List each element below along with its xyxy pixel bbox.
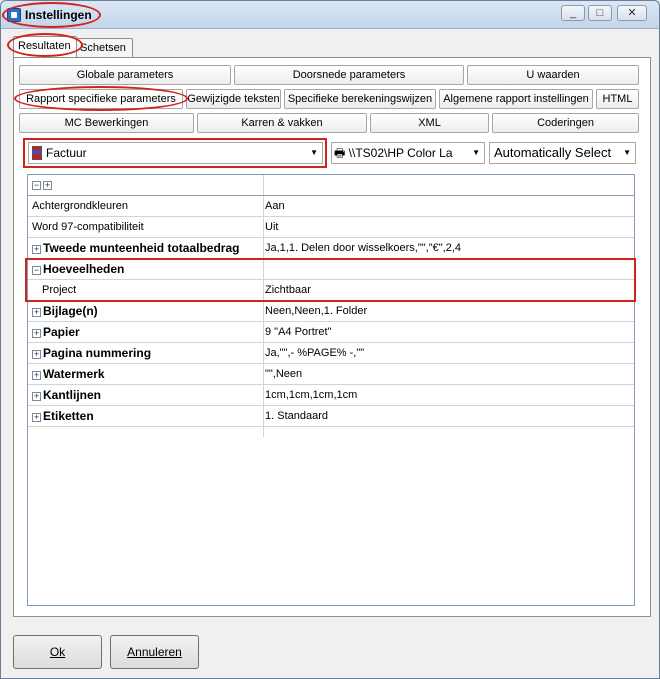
row-name: Word 97-compatibiliteit xyxy=(32,221,144,233)
grid-row[interactable]: − Hoeveelheden xyxy=(28,259,634,280)
html-button[interactable]: HTML xyxy=(596,89,639,109)
row-name: Watermerk xyxy=(43,367,105,381)
expand-icon[interactable]: + xyxy=(32,391,41,401)
xml-button[interactable]: XML xyxy=(370,113,489,133)
row-value: Uit xyxy=(265,221,279,233)
window-title: Instellingen xyxy=(25,8,92,22)
tab-resultaten[interactable]: Resultaten xyxy=(13,36,77,57)
ok-button[interactable]: Ok xyxy=(13,635,102,669)
report-icon xyxy=(32,146,42,160)
tab-schetsen[interactable]: Schetsen xyxy=(75,38,133,58)
report-select-value: Factuur xyxy=(46,146,87,160)
row-name: Project xyxy=(42,284,77,296)
grid-row[interactable]: Project Zichtbaar xyxy=(28,280,634,301)
row-value: Neen,Neen,1. Folder xyxy=(265,305,368,317)
row-value: Zichtbaar xyxy=(265,284,311,296)
ok-label: Ok xyxy=(49,645,66,659)
row-name: Hoeveelheden xyxy=(43,262,125,276)
row-value: 9 "A4 Portret" xyxy=(265,326,332,338)
mode-select-value: Automatically Select xyxy=(494,145,612,160)
row-value: 1cm,1cm,1cm,1cm xyxy=(265,389,358,401)
app-icon xyxy=(7,8,21,22)
grid-row[interactable]: + Papier 9 "A4 Portret" xyxy=(28,322,634,343)
chevron-down-icon: ▼ xyxy=(621,143,631,163)
row-value: Ja,1,1. Delen door wisselkoers,"","€",2,… xyxy=(265,242,461,254)
row-value: "",Neen xyxy=(265,368,303,380)
printer-icon: 🖶 xyxy=(334,146,346,160)
property-grid: − + Achtergrondkleuren Aan Word 97-compat… xyxy=(27,174,635,606)
expand-icon[interactable]: + xyxy=(32,370,41,380)
expand-icon[interactable]: + xyxy=(32,412,41,422)
grid-row[interactable]: + Bijlage(n) Neen,Neen,1. Folder xyxy=(28,301,634,322)
maximize-button[interactable]: □ xyxy=(588,5,612,21)
row-name: Tweede munteenheid totaalbedrag xyxy=(43,241,240,255)
chevron-down-icon: ▼ xyxy=(310,148,318,157)
cancel-button[interactable]: Annuleren xyxy=(110,635,199,669)
mode-select[interactable]: Automatically Select ▼ xyxy=(489,142,636,164)
settings-window: Instellingen _ □ ✕ Schetsen Resultaten G… xyxy=(0,0,660,679)
carts-compartments-button[interactable]: Karren & vakken xyxy=(197,113,367,133)
row-name: Bijlage(n) xyxy=(43,304,98,318)
codings-button[interactable]: Coderingen xyxy=(492,113,639,133)
general-report-settings-button[interactable]: Algemene rapport instellingen xyxy=(439,89,593,109)
expand-icon[interactable]: + xyxy=(32,244,41,254)
grid-row[interactable]: + Etiketten 1. Standaard xyxy=(28,406,634,427)
grid-row[interactable]: + Pagina nummering Ja,"",- %PAGE% -,"" xyxy=(28,343,634,364)
changed-texts-button[interactable]: Gewijzigde teksten xyxy=(186,89,281,109)
collapse-icon[interactable]: − xyxy=(32,265,41,275)
grid-row[interactable]: + Watermerk "",Neen xyxy=(28,364,634,385)
report-specific-params-button[interactable]: Rapport specifieke parameters xyxy=(19,89,183,109)
printer-select-value: \\TS02\HP Color La xyxy=(348,146,453,160)
collapse-all-icon[interactable]: − xyxy=(32,180,41,190)
grid-row[interactable]: + Tweede munteenheid totaalbedrag Ja,1,1.… xyxy=(28,238,634,259)
row-value: Ja,"",- %PAGE% -,"" xyxy=(265,347,365,359)
row-name: Kantlijnen xyxy=(43,388,102,402)
printer-select[interactable]: 🖶 \\TS02\HP Color La ▼ xyxy=(331,142,485,164)
row-name: Achtergrondkleuren xyxy=(32,200,129,212)
row-name: Papier xyxy=(43,325,80,339)
chevron-down-icon: ▼ xyxy=(472,148,480,157)
specific-calc-button[interactable]: Specifieke berekeningswijzen xyxy=(284,89,436,109)
report-select[interactable]: Factuur ▼ xyxy=(28,142,323,164)
row-name: Pagina nummering xyxy=(43,346,152,360)
button-row-1: Globale parameters Doorsnede parameters … xyxy=(19,65,639,85)
row-value: 1. Standaard xyxy=(265,410,328,422)
row-value: Aan xyxy=(265,200,285,212)
mc-edits-button[interactable]: MC Bewerkingen xyxy=(19,113,194,133)
close-button[interactable]: ✕ xyxy=(617,5,647,21)
title-bar: Instellingen _ □ ✕ xyxy=(1,1,659,29)
section-params-button[interactable]: Doorsnede parameters xyxy=(234,65,464,85)
grid-row[interactable]: Word 97-compatibiliteit Uit xyxy=(28,217,634,238)
u-values-button[interactable]: U waarden xyxy=(467,65,639,85)
button-row-2: Rapport specifieke parameters Gewijzigde… xyxy=(19,89,639,109)
grid-row[interactable]: Achtergrondkleuren Aan xyxy=(28,196,634,217)
button-row-3: MC Bewerkingen Karren & vakken XML Coder… xyxy=(19,113,639,133)
row-name: Etiketten xyxy=(43,409,94,423)
minimize-button[interactable]: _ xyxy=(561,5,585,21)
grid-header: − + xyxy=(28,175,634,196)
grid-row[interactable]: + Kantlijnen 1cm,1cm,1cm,1cm xyxy=(28,385,634,406)
global-params-button[interactable]: Globale parameters xyxy=(19,65,231,85)
expand-icon[interactable]: + xyxy=(32,328,41,338)
expand-icon[interactable]: + xyxy=(32,307,41,317)
expand-all-icon[interactable]: + xyxy=(43,180,52,190)
cancel-label: Annuleren xyxy=(127,645,182,659)
expand-icon[interactable]: + xyxy=(32,349,41,359)
